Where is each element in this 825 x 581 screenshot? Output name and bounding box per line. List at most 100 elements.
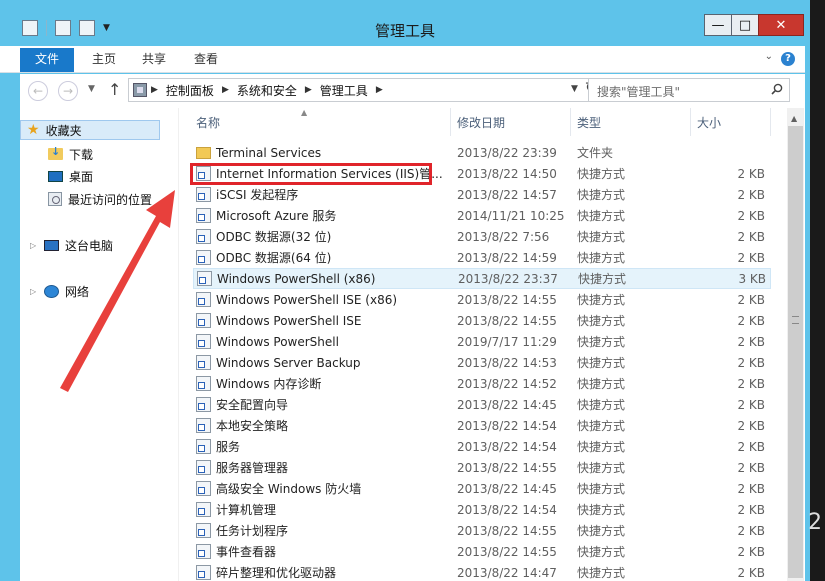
file-size: 2 KB (737, 292, 765, 307)
shortcut-icon (196, 334, 211, 349)
table-row[interactable]: 本地安全策略 2013/8/22 14:54 快捷方式 2 KB (193, 415, 771, 436)
file-size: 2 KB (737, 565, 765, 580)
recent-locations-chevron-icon[interactable]: ▼ (88, 84, 95, 94)
file-type: 快捷方式 (577, 524, 626, 538)
file-date: 2013/8/22 14:55 (457, 544, 557, 559)
file-type: 快捷方式 (577, 545, 626, 559)
file-name-cell: Windows PowerShell (x86) (194, 271, 452, 286)
expand-chevron-icon[interactable]: ▷ (30, 287, 38, 296)
file-size: 2 KB (737, 544, 765, 559)
address-bar[interactable]: ▶ 控制面板 ▶ 系统和安全 ▶ 管理工具 ▶ ▼ ↻ (128, 78, 600, 102)
forward-arrow-icon[interactable]: → (58, 81, 78, 101)
breadcrumb-system-security[interactable]: 系统和安全 (237, 82, 297, 99)
sidebar-item-favorites[interactable]: ★ 收藏夹 (20, 120, 160, 140)
sidebar-item-downloads[interactable]: 下载 (48, 144, 93, 164)
file-date: 2013/8/22 14:55 (457, 313, 557, 328)
breadcrumb-admin-tools[interactable]: 管理工具 (320, 82, 368, 99)
desktop-icon (48, 170, 63, 182)
table-row[interactable]: Microsoft Azure 服务 2014/11/21 10:25 快捷方式 2 … (193, 205, 771, 226)
help-icon[interactable]: ? (781, 52, 795, 66)
expand-ribbon-chevron-icon[interactable]: ⌄ (765, 51, 773, 62)
file-name-cell: 服务 (193, 438, 451, 455)
window-title: 管理工具 (374, 22, 435, 40)
table-row[interactable]: 任务计划程序 2013/8/22 14:55 快捷方式 2 KB (193, 520, 771, 541)
title-bar[interactable]: ▼ 管理工具 — □ ✕ (0, 0, 810, 42)
sidebar-item-recent[interactable]: 最近访问的位置 (48, 189, 152, 209)
tab-file[interactable]: 文件 (20, 48, 74, 72)
file-date: 2013/8/22 14:59 (457, 250, 557, 265)
file-size: 2 KB (737, 481, 765, 496)
file-name: 本地安全策略 (216, 419, 289, 433)
search-icon[interactable] (771, 83, 783, 95)
table-row[interactable]: Terminal Services 2013/8/22 23:39 文件夹 (193, 142, 771, 163)
scrollbar-thumb[interactable] (788, 126, 803, 578)
table-row[interactable]: Windows PowerShell ISE 2013/8/22 14:55 快捷方… (193, 310, 771, 331)
address-history-chevron-icon[interactable]: ▼ (571, 84, 578, 94)
table-row[interactable]: 服务器管理器 2013/8/22 14:55 快捷方式 2 KB (193, 457, 771, 478)
shortcut-icon (196, 544, 211, 559)
table-row[interactable]: 计算机管理 2013/8/22 14:54 快捷方式 2 KB (193, 499, 771, 520)
file-name-cell: ODBC 数据源(32 位) (193, 228, 451, 245)
up-arrow-icon[interactable]: ↑ (108, 80, 121, 99)
vertical-scrollbar[interactable]: ▲ (787, 108, 804, 581)
file-type: 快捷方式 (577, 335, 626, 349)
file-type: 快捷方式 (577, 503, 626, 517)
scroll-up-arrow-icon[interactable]: ▲ (791, 114, 797, 123)
file-name-cell: 服务器管理器 (193, 459, 451, 476)
sidebar-item-desktop[interactable]: 桌面 (48, 166, 93, 186)
file-date: 2013/8/22 14:54 (457, 418, 557, 433)
file-type: 快捷方式 (577, 251, 626, 265)
sidebar-item-network[interactable]: ▷ 网络 (30, 281, 89, 301)
tab-home[interactable]: 主页 (84, 46, 124, 72)
file-name: Windows PowerShell ISE (216, 313, 362, 328)
file-name-cell: Windows PowerShell ISE (193, 313, 451, 328)
table-row[interactable]: Windows 内存诊断 2013/8/22 14:52 快捷方式 2 KB (193, 373, 771, 394)
expand-chevron-icon[interactable]: ▷ (30, 241, 38, 250)
table-row[interactable]: ODBC 数据源(32 位) 2013/8/22 7:56 快捷方式 2 KB (193, 226, 771, 247)
table-row[interactable]: Windows PowerShell 2019/7/17 11:29 快捷方式 2 K… (193, 331, 771, 352)
tab-view[interactable]: 查看 (186, 46, 226, 72)
file-date: 2013/8/22 23:39 (457, 145, 557, 160)
file-size: 2 KB (737, 460, 765, 475)
column-header-size[interactable]: 大小 (691, 108, 771, 136)
table-row[interactable]: Windows Server Backup 2013/8/22 14:53 快捷方式… (193, 352, 771, 373)
edge-text: 2 (808, 510, 822, 535)
column-header-type[interactable]: 类型 (571, 108, 691, 136)
breadcrumb-separator-icon[interactable]: ▶ (151, 85, 158, 95)
table-row[interactable]: ODBC 数据源(64 位) 2013/8/22 14:59 快捷方式 2 KB (193, 247, 771, 268)
table-row[interactable]: Windows PowerShell (x86) 2013/8/22 23:37 快… (193, 268, 771, 289)
file-name: 事件查看器 (216, 545, 277, 559)
table-row[interactable]: 服务 2013/8/22 14:54 快捷方式 2 KB (193, 436, 771, 457)
file-type: 快捷方式 (577, 377, 626, 391)
column-header-date[interactable]: 修改日期 (451, 108, 571, 136)
shortcut-icon (196, 313, 211, 328)
minimize-button[interactable]: — (704, 14, 732, 36)
table-row[interactable]: 碎片整理和优化驱动器 2013/8/22 14:47 快捷方式 2 KB (193, 562, 771, 581)
file-date: 2013/8/22 14:50 (457, 166, 557, 181)
search-input[interactable]: 搜索"管理工具" (588, 78, 790, 102)
breadcrumb-separator-icon[interactable]: ▶ (305, 85, 312, 95)
table-row[interactable]: iSCSI 发起程序 2013/8/22 14:57 快捷方式 2 KB (193, 184, 771, 205)
sidebar-item-label: 下载 (69, 147, 94, 162)
maximize-button[interactable]: □ (731, 14, 759, 36)
sidebar-item-this-pc[interactable]: ▷ 这台电脑 (30, 235, 113, 255)
table-row[interactable]: 高级安全 Windows 防火墙 2013/8/22 14:45 快捷方式 2 KB (193, 478, 771, 499)
file-size: 2 KB (737, 313, 765, 328)
breadcrumb-separator-icon[interactable]: ▶ (222, 85, 229, 95)
search-placeholder: 搜索"管理工具" (597, 85, 681, 99)
shortcut-icon (196, 229, 211, 244)
close-button[interactable]: ✕ (758, 14, 804, 36)
table-row[interactable]: Windows PowerShell ISE (x86) 2013/8/22 14… (193, 289, 771, 310)
file-size: 2 KB (737, 187, 765, 202)
table-row[interactable]: 安全配置向导 2013/8/22 14:45 快捷方式 2 KB (193, 394, 771, 415)
column-header-name[interactable]: ▲ 名称 (179, 108, 451, 136)
table-row[interactable]: 事件查看器 2013/8/22 14:55 快捷方式 2 KB (193, 541, 771, 562)
breadcrumb-separator-icon[interactable]: ▶ (376, 85, 383, 95)
breadcrumb-control-panel[interactable]: 控制面板 (166, 82, 214, 99)
file-size: 2 KB (737, 502, 765, 517)
file-type: 快捷方式 (577, 461, 626, 475)
shortcut-icon (196, 439, 211, 454)
file-date: 2013/8/22 14:55 (457, 292, 557, 307)
back-arrow-icon[interactable]: ← (28, 81, 48, 101)
tab-share[interactable]: 共享 (134, 46, 174, 72)
